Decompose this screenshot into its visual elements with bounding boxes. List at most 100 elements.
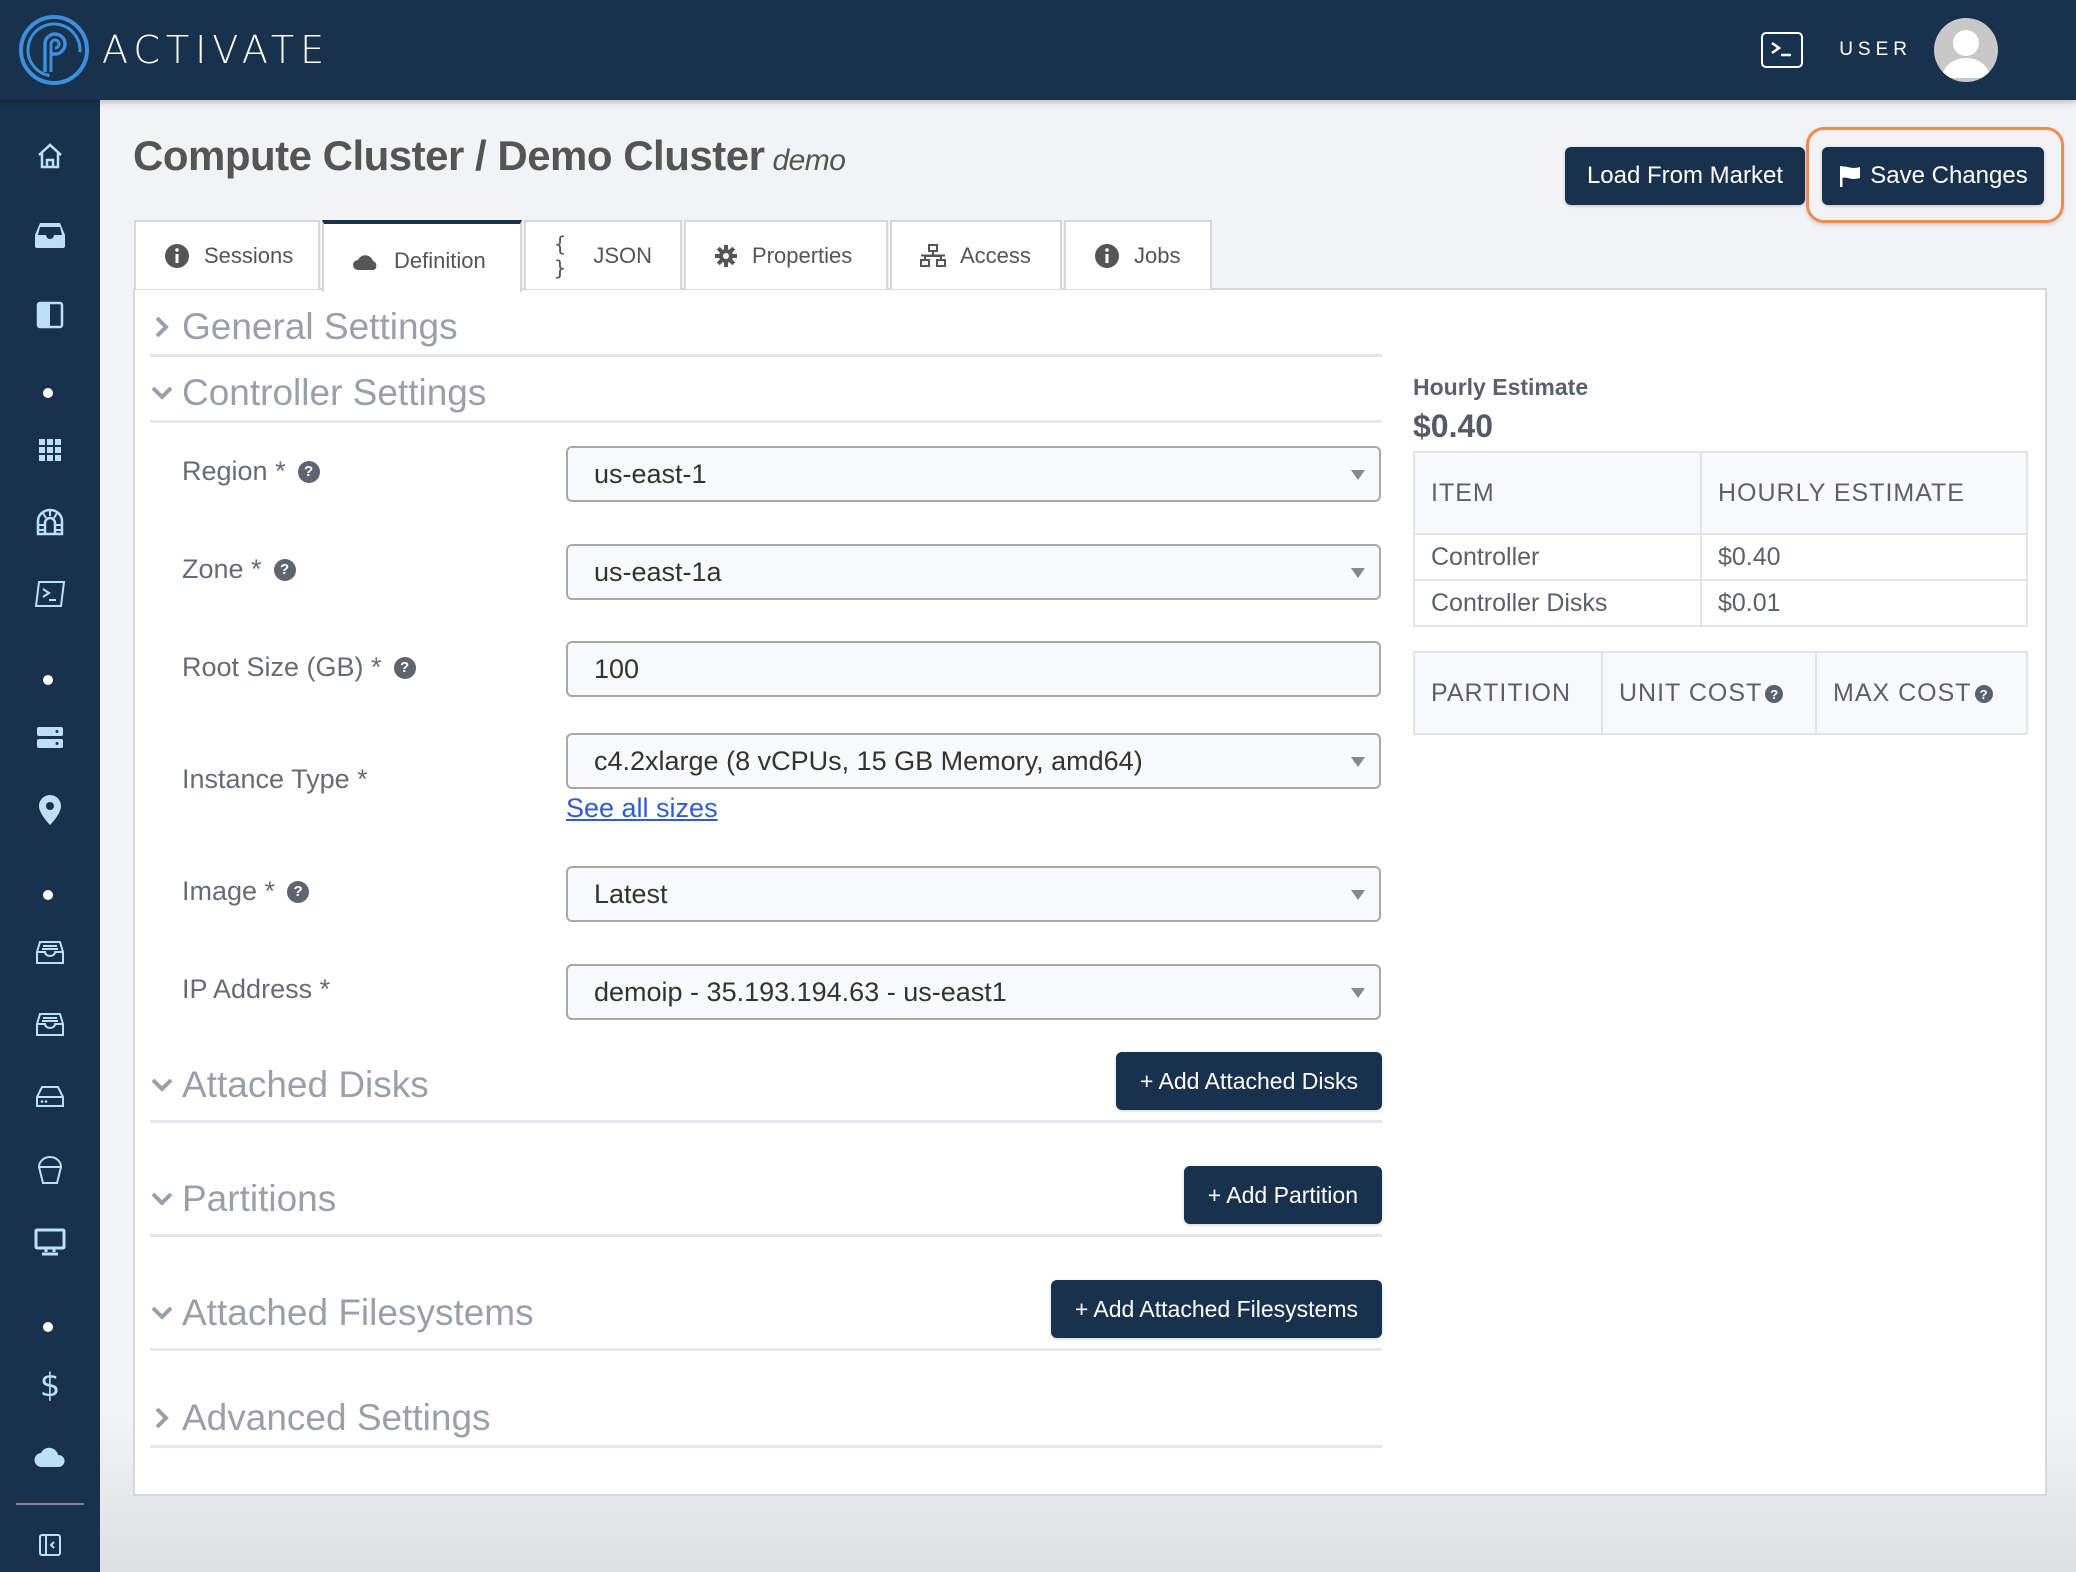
terminal-icon [34,581,66,607]
sidebar-separator-dot [43,388,53,398]
dropdown-caret-icon [1351,890,1365,900]
terminal-icon [1771,41,1792,57]
add-partition-button[interactable]: + Add Partition [1183,1166,1382,1224]
user-avatar[interactable] [1934,18,1998,82]
grid-icon [39,439,61,461]
sidebar-item-billing[interactable]: $ [30,1365,70,1405]
root-size-input[interactable]: 100 [566,641,1381,697]
cloud-icon [34,1447,65,1468]
section-general-settings: General Settings [150,300,1382,357]
chevron-down-icon [151,1078,173,1092]
image-select[interactable]: Latest [566,866,1381,922]
sidebar-item-cloud[interactable] [30,1437,70,1477]
archive-tray-icon [36,941,64,964]
see-all-sizes-link[interactable]: See all sizes [566,793,718,824]
brand-logo[interactable]: ACTIVATE [18,14,330,86]
ip-address-value: demoip - 35.193.194.63 - us-east1 [594,976,1007,1007]
activate-logo-icon [19,15,89,85]
sidebar-item-storage-2[interactable] [30,1005,70,1045]
sidebar-collapse-button[interactable] [30,1525,70,1565]
sidebar-item-home[interactable] [30,136,70,176]
table-row: Controller $0.40 [1413,533,2028,581]
info-icon [165,243,189,268]
sidebar-item-inbox[interactable] [30,215,70,255]
bucket-icon [37,1156,63,1184]
cell-item: Controller [1413,533,1702,581]
help-icon[interactable]: ? [273,558,296,581]
sidebar-separator-dot [43,890,53,900]
sidebar-separator-dot [43,1322,53,1332]
home-icon [38,143,62,169]
ip-address-select[interactable]: demoip - 35.193.194.63 - us-east1 [566,964,1381,1020]
user-menu-label[interactable]: USER [1839,39,1912,61]
section-title-text: Advanced Settings [182,1396,491,1438]
column-header-unit-cost: UNIT COST? [1601,651,1817,735]
attached-disks-toggle[interactable]: Attached Disks [150,1064,429,1106]
map-pin-icon [39,795,61,825]
sidebar-item-layout[interactable] [30,295,70,335]
tab-label: Jobs [1134,242,1181,268]
partitions-toggle[interactable]: Partitions [150,1178,336,1220]
braces-icon: { } [554,231,567,280]
add-attached-filesystems-button[interactable]: + Add Attached Filesystems [1050,1280,1382,1338]
monitor-icon [34,1228,66,1256]
section-advanced-settings: Advanced Settings [150,1390,1382,1448]
tab-definition[interactable]: Definition [322,220,522,292]
top-navbar: ACTIVATE USER [0,0,2076,100]
estimate-items-table: ITEM HOURLY ESTIMATE Controller $0.40 Co… [1413,451,2028,627]
help-icon[interactable]: ? [1765,685,1784,703]
load-from-market-button[interactable]: Load From Market [1565,147,1805,205]
sidebar-item-disk[interactable] [30,1077,70,1117]
help-icon[interactable]: ? [297,460,320,483]
chevron-right-icon [155,316,169,338]
region-select[interactable]: us-east-1 [566,446,1381,502]
sidebar-item-servers[interactable] [30,718,70,758]
dollar-icon: $ [39,1366,61,1404]
table-header-row: PARTITION UNIT COST? MAX COST? [1413,651,2028,735]
region-label: Region * ? [182,456,320,487]
gear-icon [715,244,737,267]
help-icon[interactable]: ? [1974,685,1993,703]
unit-cost-label: UNIT COST [1619,678,1763,707]
help-icon[interactable]: ? [393,656,416,679]
chevron-down-icon [151,386,173,400]
flag-icon [1840,166,1861,187]
region-value: us-east-1 [594,458,707,489]
instance-type-select[interactable]: c4.2xlarge (8 vCPUs, 15 GB Memory, amd64… [566,733,1381,789]
tab-bar: Sessions Definition { } JSON Properties … [134,220,1214,292]
column-header-max-cost: MAX COST? [1815,651,2028,735]
sidebar-item-apps[interactable] [30,430,70,470]
tab-sessions[interactable]: Sessions [134,220,320,289]
partition-cost-table: PARTITION UNIT COST? MAX COST? [1413,651,2028,735]
save-changes-button[interactable]: Save Changes [1822,147,2044,205]
sidebar-item-network[interactable] [30,502,70,542]
advanced-settings-toggle[interactable]: Advanced Settings [150,1397,491,1439]
network-icon [920,243,946,267]
controller-settings-toggle[interactable]: Controller Settings [150,372,486,414]
terminal-button[interactable] [1761,32,1804,68]
hard-drive-icon [36,1086,64,1107]
general-settings-toggle[interactable]: General Settings [150,306,458,348]
collapse-sidebar-icon [39,1534,61,1556]
sidebar-item-storage-1[interactable] [30,933,70,973]
help-icon[interactable]: ? [287,880,310,903]
attached-filesystems-toggle[interactable]: Attached Filesystems [150,1292,534,1334]
section-title-text: Controller Settings [182,372,487,413]
brand-name: ACTIVATE [102,28,331,72]
tab-label: Sessions [204,242,294,268]
add-attached-disks-button[interactable]: + Add Attached Disks [1116,1052,1382,1110]
sidebar-item-location[interactable] [30,790,70,830]
zone-select[interactable]: us-east-1a [566,544,1381,600]
section-controller-settings: Controller Settings [150,366,1382,423]
save-changes-label: Save Changes [1870,162,2028,189]
tab-access[interactable]: Access [890,220,1062,289]
tab-label: JSON [593,242,652,268]
tab-json[interactable]: { } JSON [524,220,682,289]
section-title-text: Partitions [182,1178,337,1219]
instance-type-label: Instance Type * [182,764,368,795]
tab-properties[interactable]: Properties [684,220,888,289]
sidebar-item-desktop[interactable] [30,1222,70,1262]
tab-jobs[interactable]: Jobs [1064,220,1212,289]
sidebar-item-bucket[interactable] [30,1150,70,1190]
sidebar-item-terminal[interactable] [30,574,70,614]
